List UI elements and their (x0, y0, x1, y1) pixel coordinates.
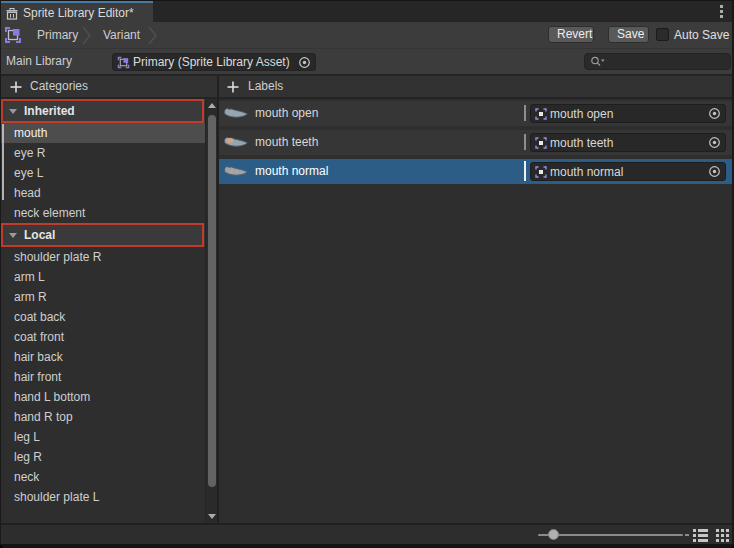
category-item[interactable]: coat back (0, 307, 205, 327)
sprite-object-field[interactable]: mouth teeth (530, 133, 726, 152)
sprite-object-field[interactable]: mouth normal (530, 162, 726, 181)
main-content: Inherited moutheye Reye Lheadneck element… (0, 99, 734, 523)
object-picker-icon[interactable] (298, 56, 311, 69)
label-name: mouth open (255, 101, 318, 126)
category-item[interactable]: leg L (0, 427, 205, 447)
sprite-library-asset-icon (4, 26, 22, 44)
window-left-edge (0, 0, 1, 548)
sprite-icon (535, 137, 547, 149)
sprite-field-value: mouth teeth (550, 136, 708, 150)
label-name: mouth normal (255, 159, 328, 184)
category-item[interactable]: hair back (0, 347, 205, 367)
sprite-library-editor-icon (5, 6, 19, 21)
labels-list: mouth openmouth openmouth teethmouth tee… (219, 99, 734, 523)
category-item[interactable]: hand R top (0, 407, 205, 427)
category-item[interactable]: shoulder plate L (0, 487, 205, 507)
slider-knob[interactable] (548, 529, 559, 540)
sprite-object-field[interactable]: mouth open (530, 104, 726, 123)
foldout-triangle-icon[interactable] (9, 109, 17, 114)
label-row[interactable]: mouth open mouth open (219, 101, 734, 126)
label-row[interactable]: mouth normal mouth normal (219, 159, 734, 184)
scrollbar-thumb[interactable] (208, 115, 216, 487)
pane-menu-icon[interactable] (720, 5, 724, 20)
list-view-icon[interactable] (692, 528, 709, 543)
category-item[interactable]: arm R (0, 287, 205, 307)
breadcrumb-primary[interactable]: Primary (37, 22, 78, 48)
save-button[interactable]: Save (608, 26, 649, 43)
add-category-button[interactable] (9, 80, 23, 94)
bottom-bar (0, 523, 734, 544)
breadcrumb-chevron-icon (148, 26, 158, 45)
category-group-label: Local (24, 228, 55, 242)
category-item[interactable]: head (0, 183, 205, 203)
category-group-label: Inherited (24, 104, 75, 118)
tab-sprite-library-editor[interactable]: Sprite Library Editor* (0, 1, 153, 23)
column-resize-handle[interactable] (524, 105, 526, 121)
object-picker-icon[interactable] (708, 136, 721, 149)
auto-save-checkbox[interactable] (656, 28, 669, 41)
category-item[interactable]: leg R (0, 447, 205, 467)
main-library-label: Main Library (6, 49, 72, 74)
breadcrumb-variant[interactable]: Variant (103, 22, 140, 48)
search-input[interactable] (584, 53, 731, 70)
category-item[interactable]: mouth (0, 123, 205, 143)
categories-scrollbar[interactable] (205, 99, 217, 523)
sprite-library-asset-icon (117, 56, 130, 69)
panel-headers: Categories Labels (0, 76, 734, 99)
revert-button[interactable]: Revert (548, 26, 594, 43)
categories-header: Categories (30, 76, 88, 97)
sprite-icon (535, 108, 547, 120)
main-library-row: Main Library Primary (Sprite Library Ass… (0, 49, 734, 76)
label-row[interactable]: mouth teeth mouth teeth (219, 130, 734, 155)
category-item[interactable]: shoulder plate R (0, 247, 205, 267)
category-group-inherited[interactable]: Inherited (0, 99, 205, 123)
mouth-open-sprite (223, 106, 249, 123)
labels-header: Labels (248, 76, 283, 97)
sprite-library-editor-window: Sprite Library Editor* Primary Variant R… (0, 0, 734, 548)
thumbnail-size-slider[interactable] (538, 534, 683, 536)
breadcrumb-toolbar: Primary Variant Revert Save Auto Save (0, 22, 734, 49)
category-group-local[interactable]: Local (0, 223, 205, 247)
left-scroll-indicator (2, 124, 4, 200)
sprite-icon (535, 166, 547, 178)
grid-view-icon[interactable] (715, 528, 730, 543)
label-name: mouth teeth (255, 130, 318, 155)
mouth-normal-sprite (223, 164, 249, 181)
mouth-teeth-sprite (223, 135, 249, 152)
categories-list: Inherited moutheye Reye Lheadneck element… (0, 99, 205, 523)
sprite-field-value: mouth open (550, 107, 708, 121)
category-item[interactable]: coat front (0, 327, 205, 347)
search-icon (590, 55, 606, 68)
category-item[interactable]: neck (0, 467, 205, 487)
category-item[interactable]: arm L (0, 267, 205, 287)
category-item[interactable]: eye R (0, 143, 205, 163)
category-item[interactable]: hair front (0, 367, 205, 387)
main-library-value: Primary (Sprite Library Asset) (133, 55, 298, 69)
scroll-down-arrow-icon[interactable] (208, 514, 216, 519)
auto-save-label: Auto Save (674, 22, 729, 48)
add-label-button[interactable] (226, 80, 240, 94)
category-item[interactable]: neck element (0, 203, 205, 223)
column-resize-handle[interactable] (524, 134, 526, 150)
tab-bar: Sprite Library Editor* (0, 0, 734, 22)
tab-title: Sprite Library Editor* (23, 6, 134, 20)
category-item[interactable]: hand L bottom (0, 387, 205, 407)
sprite-field-value: mouth normal (550, 165, 708, 179)
category-item[interactable]: eye L (0, 163, 205, 183)
object-picker-icon[interactable] (708, 107, 721, 120)
object-picker-icon[interactable] (708, 165, 721, 178)
slider-end-tick (685, 534, 689, 536)
column-resize-handle[interactable] (524, 161, 526, 181)
window-bottom-edge (0, 544, 734, 548)
foldout-triangle-icon[interactable] (9, 233, 17, 238)
scroll-up-arrow-icon[interactable] (208, 103, 216, 108)
breadcrumb-chevron-icon (82, 26, 92, 45)
main-library-object-field[interactable]: Primary (Sprite Library Asset) (112, 53, 316, 71)
